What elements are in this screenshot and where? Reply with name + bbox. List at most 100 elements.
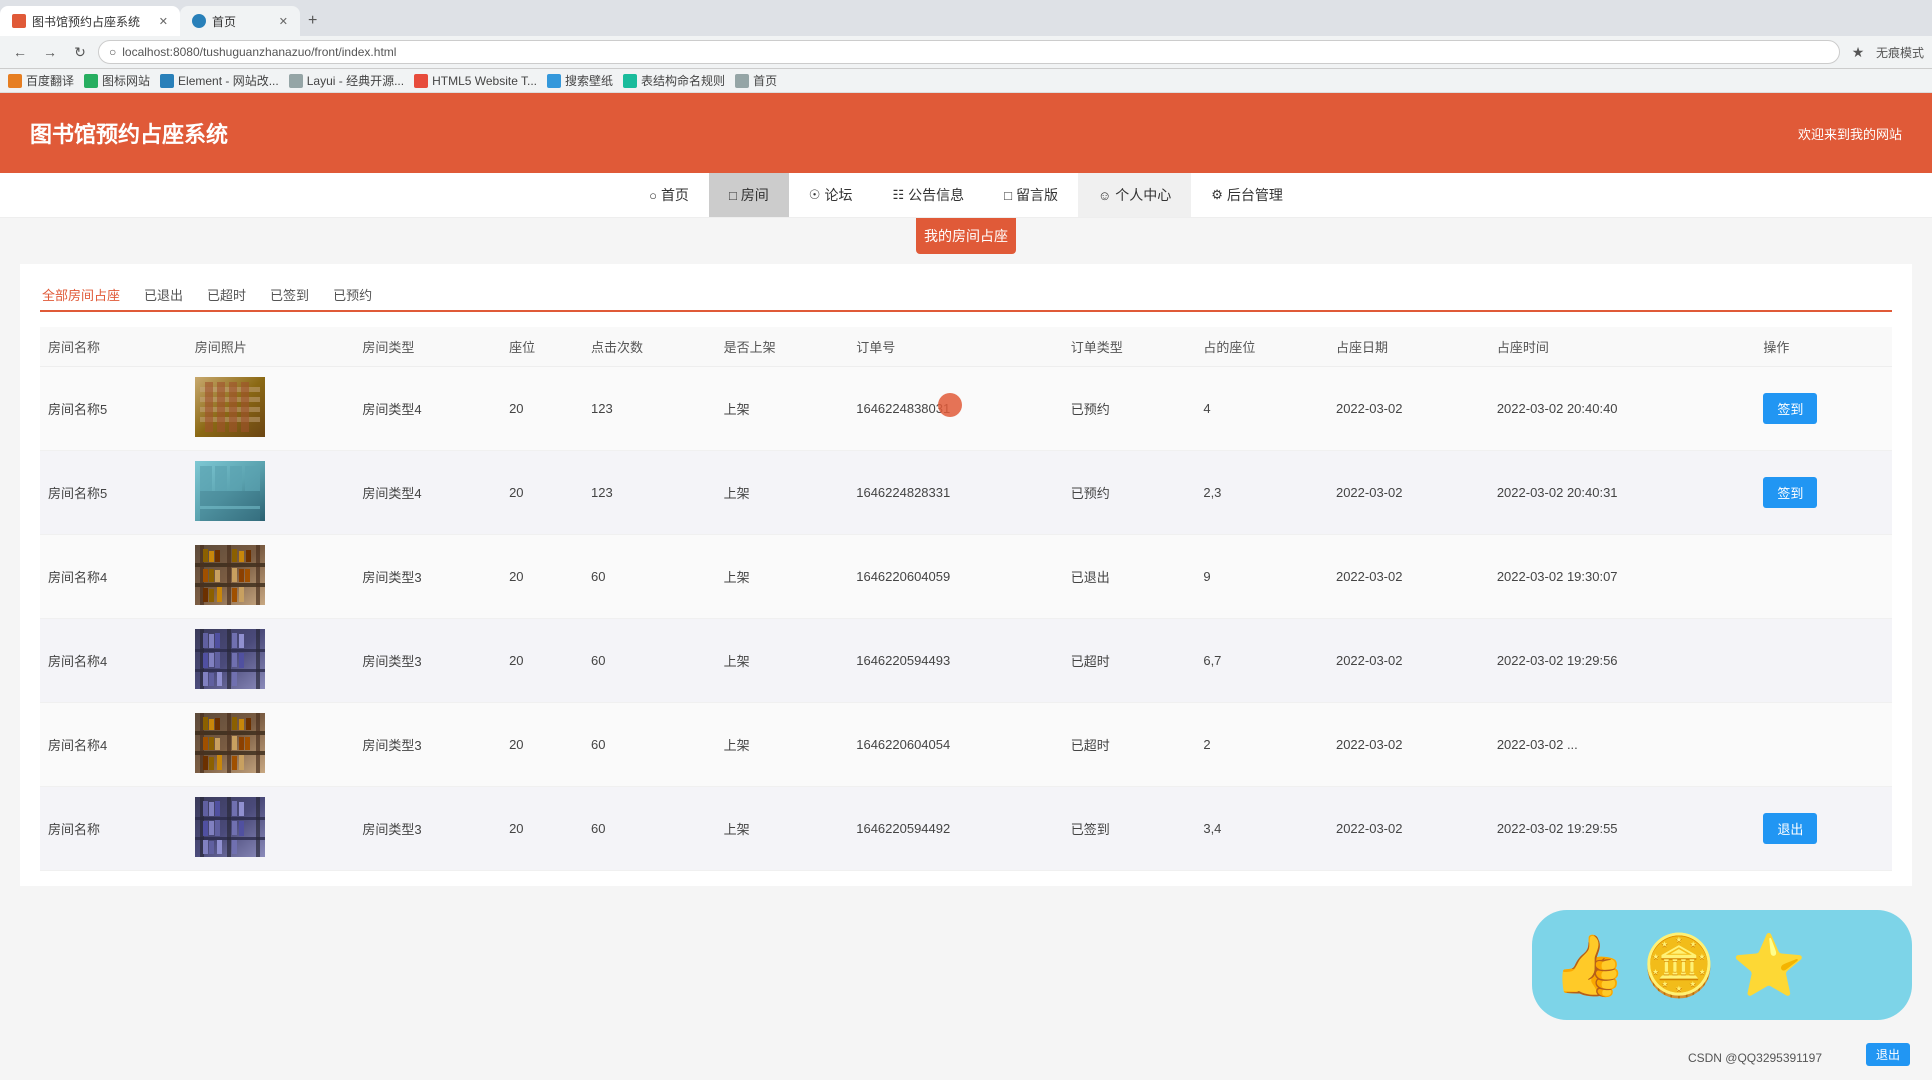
col-on-shelf: 是否上架 — [716, 327, 849, 367]
cell-order-no: 1646224838031 — [848, 367, 1062, 451]
tab-active[interactable]: 图书馆预约占座系统 ✕ — [0, 6, 180, 36]
col-action: 操作 — [1755, 327, 1892, 367]
content-area: 全部房间占座 已退出 已超时 已签到 已预约 房间名称 房间照片 房间类型 座位… — [20, 264, 1912, 886]
cell-action: 签到 — [1755, 367, 1892, 451]
cell-seat-taken: 2,3 — [1195, 451, 1328, 535]
nav-label-personal: 个人中心 — [1115, 185, 1171, 205]
tab-favicon-2 — [192, 14, 206, 28]
csdn-watermark: CSDN @QQ3295391197 — [1688, 1051, 1822, 1065]
tab-inactive[interactable]: 首页 ✕ — [180, 6, 300, 36]
csdn-coin-icon[interactable]: 🪙 — [1642, 930, 1717, 1001]
csdn-exit-button[interactable]: 退出 — [1866, 1043, 1910, 1066]
nav-item-forum[interactable]: ☉ 论坛 — [789, 173, 873, 217]
filter-tab-signed[interactable]: 已签到 — [268, 279, 311, 312]
address-bar[interactable]: ○ localhost:8080/tushuguanzhanazuo/front… — [98, 40, 1840, 64]
tab-title-2: 首页 — [212, 13, 236, 30]
nav-items: ○ 首页 □ 房间 ☉ 论坛 ☷ 公告信息 □ 留言版 ☺ 个人中心 ⚙ 后台管… — [629, 173, 1303, 217]
cell-room-photo — [187, 703, 355, 787]
star-button[interactable]: ★ — [1846, 40, 1870, 64]
cell-room-photo — [187, 619, 355, 703]
bookmark-home[interactable]: 首页 — [735, 72, 777, 89]
nav-item-notice[interactable]: ☷ 公告信息 — [872, 173, 984, 217]
table-row: 房间名称5 房间类型4 20 123 上架 1646224838031 已预约 … — [40, 367, 1892, 451]
csdn-thumb-icon[interactable]: 👍 — [1552, 930, 1627, 1001]
cell-on-shelf: 上架 — [716, 787, 849, 871]
filter-tab-reserved[interactable]: 已预约 — [331, 279, 374, 312]
cell-room-name: 房间名称5 — [40, 367, 187, 451]
back-button[interactable]: ← — [8, 40, 32, 64]
incognito-label: 无痕模式 — [1876, 44, 1924, 61]
bookmark-layui[interactable]: Layui - 经典开源... — [289, 72, 404, 89]
bookmark-table-naming[interactable]: 表结构命名规则 — [623, 72, 725, 89]
browser-toolbar: ← → ↻ ○ localhost:8080/tushuguanzhanazuo… — [0, 36, 1932, 69]
cell-action — [1755, 535, 1892, 619]
nav-item-home[interactable]: ○ 首页 — [629, 173, 709, 217]
cell-room-photo — [187, 535, 355, 619]
cell-action: 签到 — [1755, 451, 1892, 535]
cell-date: 2022-03-02 — [1328, 787, 1489, 871]
cell-order-type: 已签到 — [1063, 787, 1196, 871]
cell-clicks: 60 — [583, 619, 716, 703]
cell-order-type: 已预约 — [1063, 451, 1196, 535]
cell-on-shelf: 上架 — [716, 451, 849, 535]
bookmark-baidu-translate[interactable]: 百度翻译 — [8, 72, 74, 89]
action-button[interactable]: 签到 — [1763, 477, 1817, 508]
tab-close-1[interactable]: ✕ — [159, 15, 168, 28]
cell-clicks: 123 — [583, 367, 716, 451]
app-title: 图书馆预约占座系统 — [30, 117, 228, 149]
nav-item-admin[interactable]: ⚙ 后台管理 — [1191, 173, 1303, 217]
personal-nav-icon: ☺ — [1098, 188, 1111, 203]
action-button[interactable]: 签到 — [1763, 393, 1817, 424]
table-row: 房间名称4 房间类型3 — [40, 703, 1892, 787]
col-room-photo: 房间照片 — [187, 327, 355, 367]
message-nav-icon: □ — [1004, 188, 1012, 203]
cell-clicks: 60 — [583, 535, 716, 619]
cell-order-no: 1646224828331 — [848, 451, 1062, 535]
bookmark-element[interactable]: Element - 网站改... — [160, 72, 279, 89]
cell-room-name: 房间名称5 — [40, 451, 187, 535]
nav-item-message[interactable]: □ 留言版 — [984, 173, 1078, 217]
filter-tab-exited-label: 已退出 — [144, 288, 183, 303]
data-table: 房间名称 房间照片 房间类型 座位 点击次数 是否上架 订单号 订单类型 占的座… — [40, 327, 1892, 871]
tab-title-1: 图书馆预约占座系统 — [32, 13, 140, 30]
bookmark-label-5: HTML5 Website T... — [432, 74, 537, 88]
action-button[interactable]: 退出 — [1763, 813, 1817, 844]
cell-time: 2022-03-02 19:29:55 — [1489, 787, 1756, 871]
cell-seat-taken: 4 — [1195, 367, 1328, 451]
tab-favicon-1 — [12, 14, 26, 28]
cell-action — [1755, 703, 1892, 787]
filter-tab-reserved-label: 已预约 — [333, 288, 372, 303]
table-row: 房间名称5 房间类型4 20 123 上架 1646224828331 已预约 … — [40, 451, 1892, 535]
refresh-button[interactable]: ↻ — [68, 40, 92, 64]
cell-seat-count: 20 — [501, 619, 583, 703]
bookmarks-bar: 百度翻译 图标网站 Element - 网站改... Layui - 经典开源.… — [0, 69, 1932, 93]
filter-tab-all[interactable]: 全部房间占座 — [40, 279, 122, 312]
cell-room-name: 房间名称4 — [40, 535, 187, 619]
filter-tab-expired[interactable]: 已超时 — [205, 279, 248, 312]
cell-seat-count: 20 — [501, 367, 583, 451]
nav-label-notice: 公告信息 — [908, 185, 964, 205]
forward-button[interactable]: → — [38, 40, 62, 64]
address-prefix: ○ — [109, 45, 116, 59]
nav-item-personal[interactable]: ☺ 个人中心 — [1078, 173, 1191, 217]
cell-room-type: 房间类型4 — [354, 367, 501, 451]
cell-on-shelf: 上架 — [716, 703, 849, 787]
bookmark-wallpaper[interactable]: 搜索壁纸 — [547, 72, 613, 89]
csdn-widget: 👍 🪙 ⭐ — [1532, 910, 1912, 1020]
cell-time: 2022-03-02 ... — [1489, 703, 1756, 787]
sub-banner-label: 我的房间占座 — [924, 228, 1008, 244]
bookmark-html5[interactable]: HTML5 Website T... — [414, 74, 537, 88]
nav-label-message: 留言版 — [1016, 185, 1058, 205]
csdn-star-icon[interactable]: ⭐ — [1731, 930, 1806, 1001]
table-row: 房间名称4 房间类型3 20 60 — [40, 619, 1892, 703]
bookmark-icon-site[interactable]: 图标网站 — [84, 72, 150, 89]
cell-time: 2022-03-02 19:29:56 — [1489, 619, 1756, 703]
cell-date: 2022-03-02 — [1328, 703, 1489, 787]
table-row: 房间名称4 房间类型3 — [40, 535, 1892, 619]
app-welcome: 欢迎来到我的网站 — [1798, 124, 1902, 143]
filter-tab-exited[interactable]: 已退出 — [142, 279, 185, 312]
new-tab-button[interactable]: + — [300, 6, 325, 36]
tab-close-2[interactable]: ✕ — [279, 15, 288, 28]
nav-item-room[interactable]: □ 房间 — [709, 173, 789, 217]
col-order-type: 订单类型 — [1063, 327, 1196, 367]
